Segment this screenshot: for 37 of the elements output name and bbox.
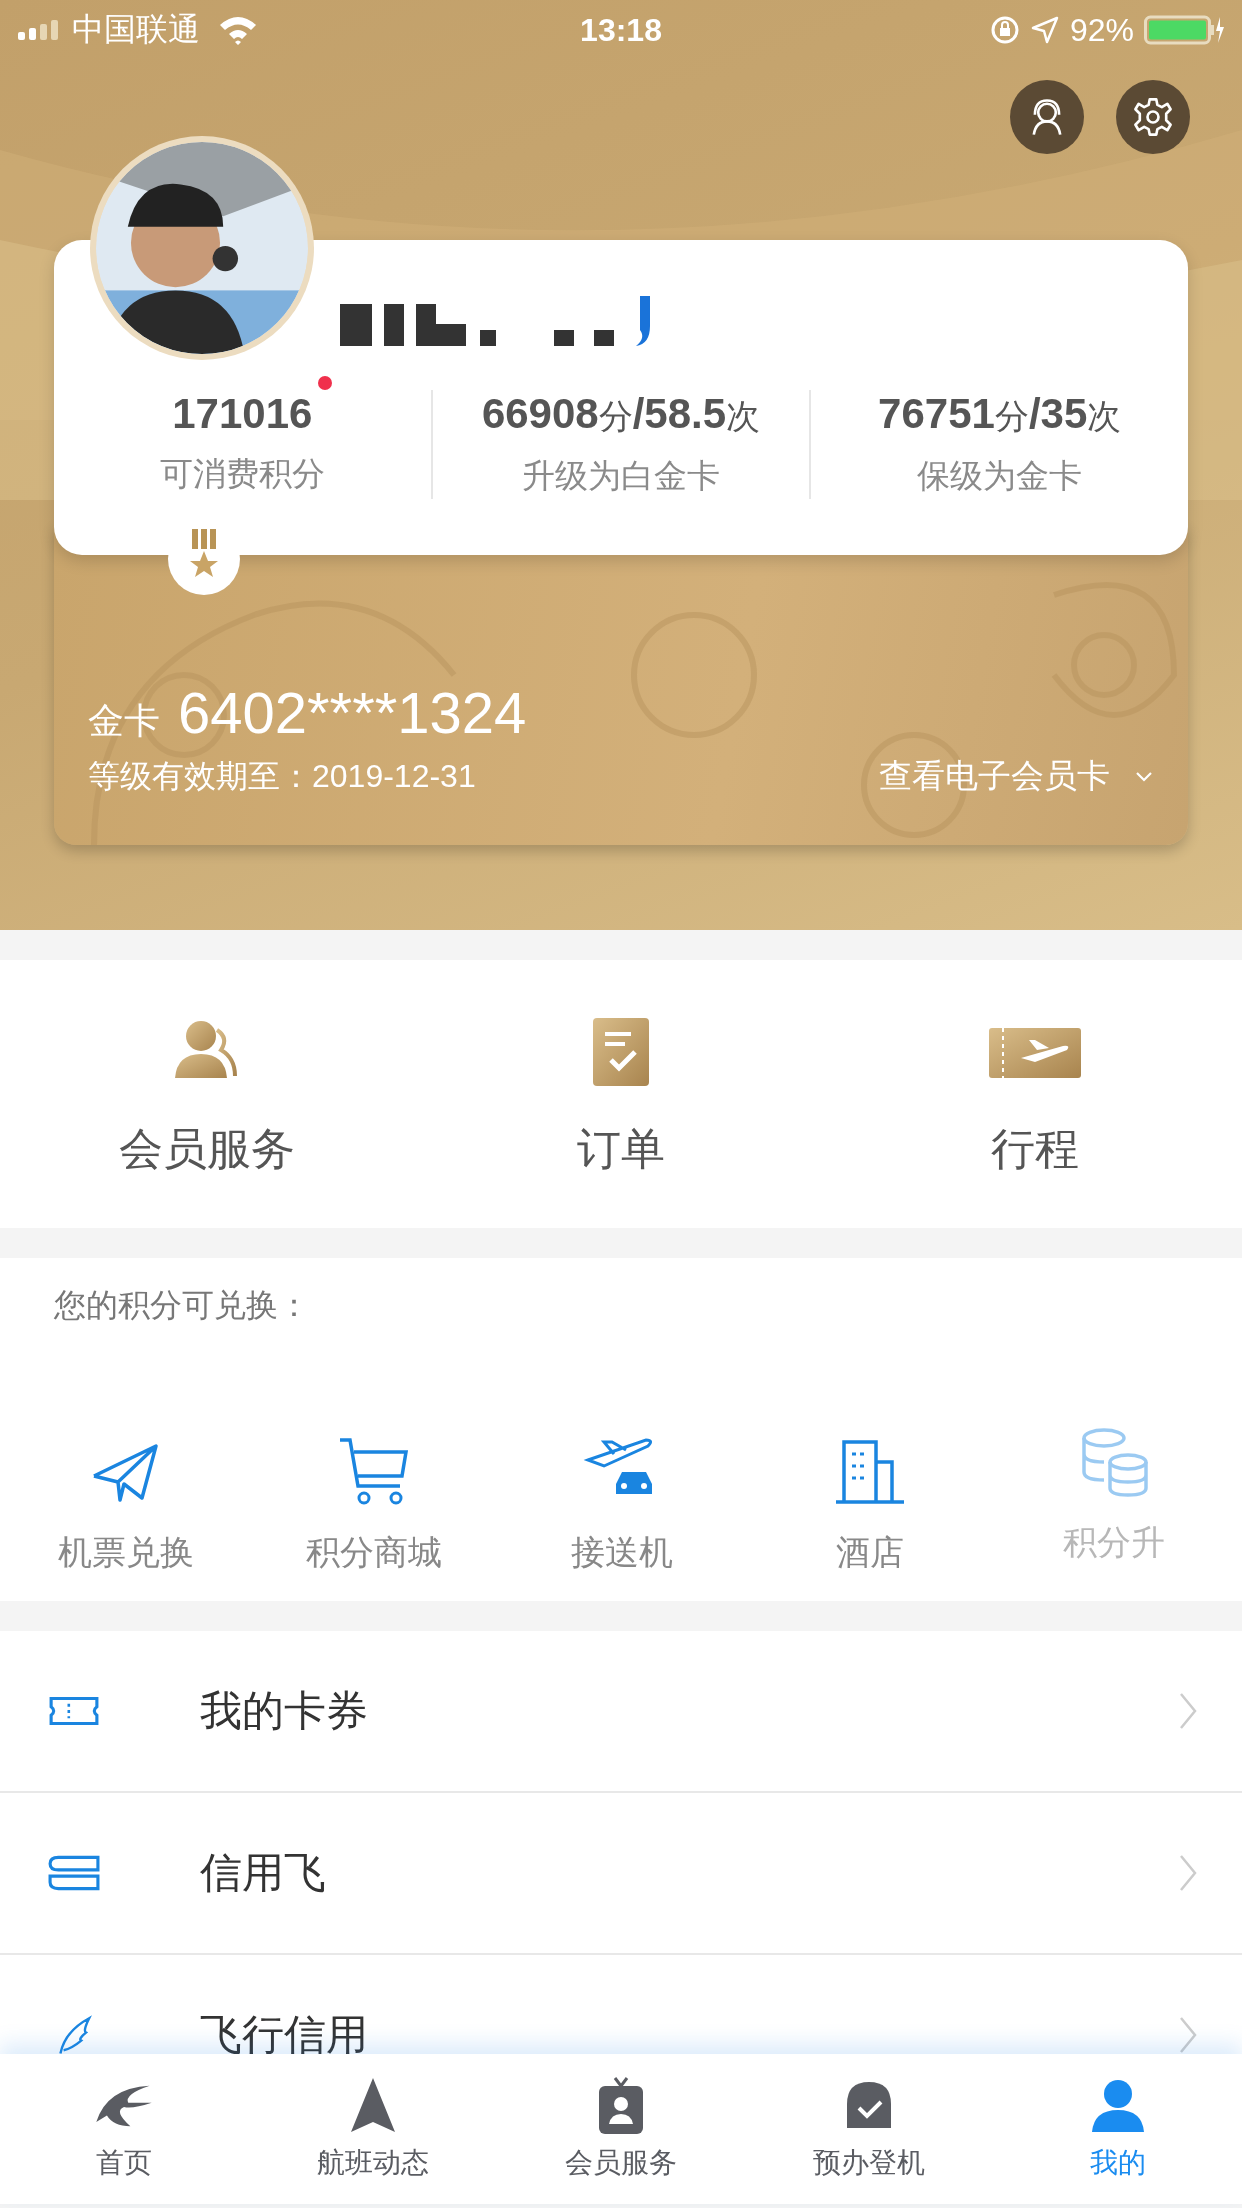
stat-label: 可消费积分 [159, 454, 325, 494]
exchange-option[interactable]: 积分商城 [250, 1432, 498, 1576]
tab-bar-item[interactable]: 我的 [993, 2054, 1242, 2204]
exchange-option[interactable]: 酒店 [746, 1432, 994, 1576]
exchange-option[interactable]: 机票兑换 [2, 1432, 250, 1576]
card-stack-icon [48, 1853, 100, 1893]
card-tier-label: 金卡 [88, 699, 160, 743]
menu-row[interactable]: 我的卡券 [0, 1631, 1242, 1793]
stat-value: 66908分/58.5次 [481, 390, 761, 439]
quick-action[interactable]: 订单 [414, 1012, 828, 1228]
menu-row[interactable]: 信用飞 [0, 1793, 1242, 1955]
card-number: 6402****1324 [178, 679, 527, 746]
wifi-icon [218, 15, 258, 45]
tab-bar-item[interactable]: 首页 [0, 2054, 249, 2204]
chevron-right-icon [1178, 1853, 1198, 1893]
settings-icon [1131, 95, 1175, 139]
clock-time: 13:18 [580, 11, 662, 49]
exchange-option[interactable]: 接送机 [498, 1432, 746, 1576]
battery-charging-icon [1144, 15, 1224, 45]
stat-label: 保级为金卡 [917, 456, 1083, 496]
chevron-right-icon [1178, 2015, 1198, 2054]
tab-bar-item[interactable]: 会员服务 [496, 2054, 746, 2204]
chevron-down-icon [1134, 770, 1154, 783]
validity-date: 等级有效期至：2019-12-31 [88, 756, 476, 796]
chevron-right-icon [1178, 1691, 1198, 1731]
stat-value: 171016 [172, 390, 313, 438]
tab-bar-item[interactable]: 航班动态 [248, 2054, 497, 2204]
rotation-lock-icon [989, 15, 1020, 45]
exchange-heading: 您的积分可兑换： [54, 1286, 311, 1325]
battery-percent: 92% [1069, 11, 1134, 49]
tab-bar-item[interactable]: 预办登机 [745, 2054, 994, 2204]
stat-value: 76751分/35次 [878, 390, 1122, 439]
stat-label: 升级为白金卡 [522, 456, 720, 496]
quick-action[interactable]: 会员服务 [0, 1012, 414, 1228]
carrier-name: 中国联通 [72, 10, 200, 49]
location-arrow-icon [1029, 15, 1060, 45]
quick-action[interactable]: 行程 [828, 1012, 1242, 1228]
